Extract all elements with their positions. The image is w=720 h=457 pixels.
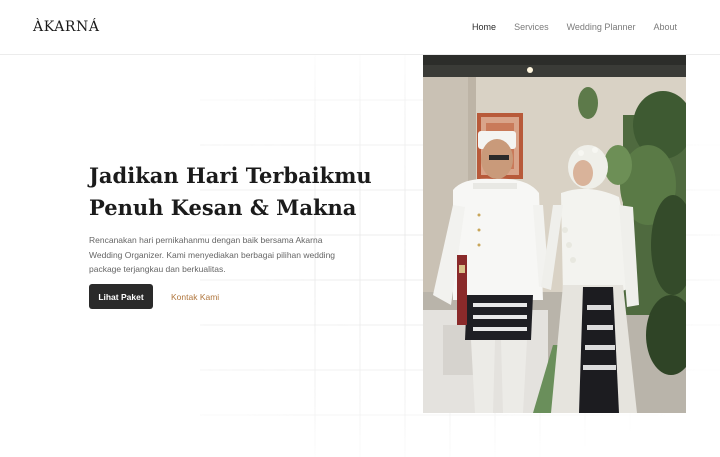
- nav-item-services[interactable]: Services: [514, 22, 549, 32]
- nav-item-wedding-planner[interactable]: Wedding Planner: [567, 22, 636, 32]
- main-nav: Home Services Wedding Planner About: [472, 22, 677, 32]
- hero-title: Jadikan Hari Terbaikmu Penuh Kesan & Mak…: [89, 160, 389, 224]
- nav-item-home[interactable]: Home: [472, 22, 496, 32]
- view-packages-button[interactable]: Lihat Paket: [89, 284, 153, 309]
- hero-title-line-2: Penuh Kesan & Makna: [89, 195, 357, 220]
- hero-description: Rencanakan hari pernikahanmu dengan baik…: [89, 235, 336, 274]
- site-header: ÀKARNÁ Home Services Wedding Planner Abo…: [0, 0, 720, 55]
- hero-title-line-1: Jadikan Hari Terbaikmu: [89, 163, 372, 188]
- contact-link[interactable]: Kontak Kami: [171, 292, 219, 302]
- wedding-couple-photo: [423, 55, 686, 413]
- nav-item-about[interactable]: About: [653, 22, 677, 32]
- brand-logo[interactable]: ÀKARNÁ: [33, 19, 100, 35]
